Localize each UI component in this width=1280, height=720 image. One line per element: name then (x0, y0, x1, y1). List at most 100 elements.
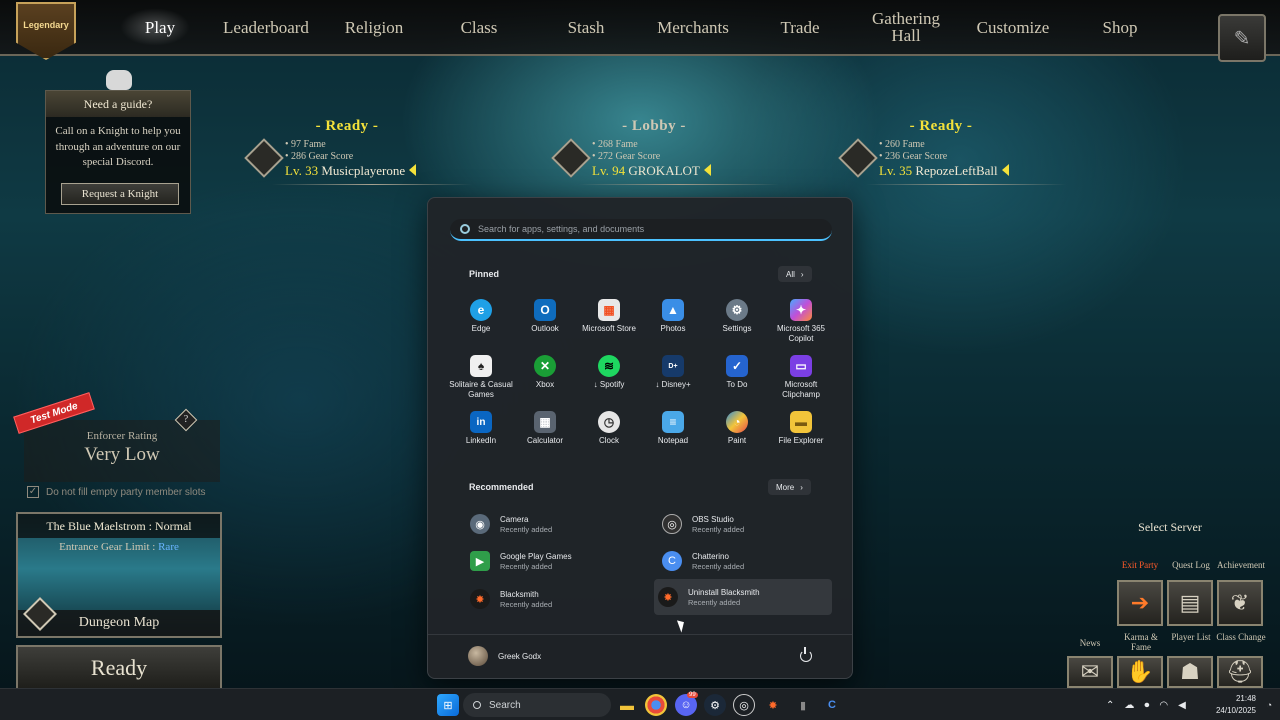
karma-fame-label[interactable]: Karma & Fame (1115, 632, 1167, 652)
pinned-calculator[interactable]: ▦ Calculator (513, 407, 577, 463)
app-taskbar-icon[interactable]: ▮ (792, 694, 814, 716)
checkbox-icon[interactable]: ✓ (27, 486, 39, 498)
pinned-outlook[interactable]: O Outlook (513, 295, 577, 351)
party-member-3[interactable]: - Ready - • 260 Fame • 236 Gear Score Lv… (838, 118, 1096, 190)
party-member-2[interactable]: - Lobby - • 268 Fame • 272 Gear Score Lv… (551, 118, 809, 190)
pinned-linkedin[interactable]: in LinkedIn (449, 407, 513, 463)
nav-stash[interactable]: Stash (556, 0, 616, 54)
power-icon[interactable] (800, 647, 812, 662)
speaker-icon[interactable] (703, 164, 711, 176)
ready-button[interactable]: Ready (16, 645, 222, 691)
pinned-todo[interactable]: ✓ To Do (705, 351, 769, 407)
divider (866, 184, 1066, 185)
obs-taskbar-icon[interactable]: ◎ (733, 694, 755, 716)
nav-trade[interactable]: Trade (770, 0, 830, 54)
network-icon[interactable]: ☁ (1124, 700, 1134, 711)
recommended-item[interactable]: ✸ Uninstall Blacksmith Recently added (654, 579, 832, 615)
nav-play[interactable]: Play (120, 0, 190, 54)
pinned-edge[interactable]: e Edge (449, 295, 513, 351)
speaker-icon[interactable] (1001, 164, 1009, 176)
news-label[interactable]: News (1064, 638, 1116, 648)
start-search-input[interactable] (478, 224, 798, 234)
class-emblem-icon (838, 138, 878, 178)
volume-icon[interactable]: ◀ (1178, 700, 1186, 711)
recommended-item[interactable]: ✸ Blacksmith Recently added (466, 582, 642, 616)
nav-shop[interactable]: Shop (1092, 0, 1148, 54)
dungeon-title: The Blue Maelstrom : Normal (18, 514, 220, 538)
exit-party-tab[interactable]: Exit Party (1116, 560, 1164, 570)
news-button[interactable]: ✉ (1067, 656, 1113, 688)
nav-merchants[interactable]: Merchants (646, 0, 740, 54)
edge-icon: e (470, 299, 492, 321)
quest-log-button[interactable]: ▤ (1167, 580, 1213, 626)
chrome-icon[interactable] (645, 694, 667, 716)
speaker-icon[interactable] (409, 164, 417, 176)
player-list-label[interactable]: Player List (1165, 632, 1217, 642)
request-knight-button[interactable]: Request a Knight (61, 183, 179, 205)
nav-class[interactable]: Class (448, 0, 510, 54)
clock-icon: ◷ (598, 411, 620, 433)
nav-leaderboard[interactable]: Leaderboard (212, 0, 320, 54)
game-top-nav: Legendary Play Leaderboard Religion Clas… (0, 0, 1280, 62)
blacksmith-taskbar-icon[interactable]: ✸ (762, 694, 784, 716)
pinned-spotify[interactable]: ≋ ↓ Spotify (577, 351, 641, 407)
pinned-notepad[interactable]: ≡ Notepad (641, 407, 705, 463)
taskbar-search[interactable]: Search (463, 693, 611, 717)
menu-corner-button[interactable]: ✎ (1218, 14, 1266, 62)
player-list-button[interactable]: ☗ (1167, 656, 1213, 688)
recommended-item[interactable]: ◎ OBS Studio Recently added (658, 507, 834, 541)
start-menu: Pinned All› eEdge OOutlook ▦Microsoft St… (427, 197, 853, 679)
pinned-microsoft-store[interactable]: ▦ Microsoft Store (577, 295, 641, 351)
select-server-button[interactable]: Select Server (1090, 520, 1250, 540)
taskbar-clock[interactable]: 21:48 24/10/2025 (1216, 693, 1256, 717)
user-account-button[interactable]: Greek Godx (468, 646, 541, 666)
camera-icon: ◉ (470, 514, 490, 534)
recommended-item[interactable]: ◉ Camera Recently added (466, 507, 642, 541)
discord-badge: 99 (687, 692, 698, 698)
party-member-1[interactable]: - Ready - • 97 Fame • 286 Gear Score Lv.… (244, 118, 502, 190)
pinned-photos[interactable]: ▲ Photos (641, 295, 705, 351)
wifi-icon[interactable]: ◠ (1159, 700, 1168, 711)
nav-religion[interactable]: Religion (336, 0, 412, 54)
pinned-solitaire[interactable]: ♠ Solitaire & Casual Games (449, 351, 513, 407)
fill-slots-checkbox[interactable]: ✓ Do not fill empty party member slots (27, 486, 206, 498)
help-icon[interactable]: ? (174, 408, 198, 432)
recommended-item[interactable]: ▶ Google Play Games Recently added (466, 544, 642, 578)
scroll-icon: ✎ (1233, 27, 1251, 50)
karma-button[interactable]: ✋ (1117, 656, 1163, 688)
windows-start-icon[interactable]: ⊞ (437, 694, 459, 716)
chatterino-taskbar-icon[interactable]: C (821, 694, 843, 716)
dungeon-panel[interactable]: The Blue Maelstrom : Normal Entrance Gea… (16, 512, 222, 638)
pinned-clock[interactable]: ◷ Clock (577, 407, 641, 463)
microphone-icon[interactable]: ⏺ (1144, 700, 1149, 711)
nav-gathering-hall[interactable]: Gathering Hall (862, 0, 950, 54)
class-change-label[interactable]: Class Change (1215, 632, 1267, 642)
pinned-paint[interactable]: ◔ Paint (705, 407, 769, 463)
quest-log-tab[interactable]: Quest Log (1168, 560, 1214, 570)
nav-customize[interactable]: Customize (966, 0, 1060, 54)
steam-icon[interactable]: ⚙ (704, 694, 726, 716)
copilot-icon: ✦ (790, 299, 812, 321)
all-apps-button[interactable]: All › (778, 266, 812, 282)
party-gear-score: • 272 Gear Score (592, 151, 661, 162)
pinned-xbox[interactable]: ✕ Xbox (513, 351, 577, 407)
chevron-up-icon[interactable]: ⌃ (1106, 700, 1114, 711)
pinned-m365-copilot[interactable]: ✦ Microsoft 365 Copilot (769, 295, 833, 351)
recommended-item[interactable]: C Chatterino Recently added (658, 544, 834, 578)
pinned-settings[interactable]: ⚙ Settings (705, 295, 769, 351)
achievement-tab[interactable]: Achievement (1214, 560, 1268, 570)
class-change-button[interactable]: ⛑ (1217, 656, 1263, 688)
pinned-file-explorer[interactable]: ▬ File Explorer (769, 407, 833, 463)
store-icon: ▦ (598, 299, 620, 321)
exit-arrow-icon: ➔ (1130, 590, 1150, 615)
pinned-disney[interactable]: D+ ↓ Disney+ (641, 351, 705, 407)
folder-icon[interactable]: ▬ (616, 694, 638, 716)
pinned-clipchamp[interactable]: ▭ Microsoft Clipchamp (769, 351, 833, 407)
notification-icon[interactable]: ◔ (1267, 700, 1272, 710)
achievement-button[interactable]: ❦ (1217, 580, 1263, 626)
exit-party-button[interactable]: ➔ (1117, 580, 1163, 626)
more-button[interactable]: More › (768, 479, 811, 495)
start-search-box[interactable] (450, 219, 832, 241)
divider (272, 184, 472, 185)
discord-icon[interactable] (106, 70, 132, 90)
